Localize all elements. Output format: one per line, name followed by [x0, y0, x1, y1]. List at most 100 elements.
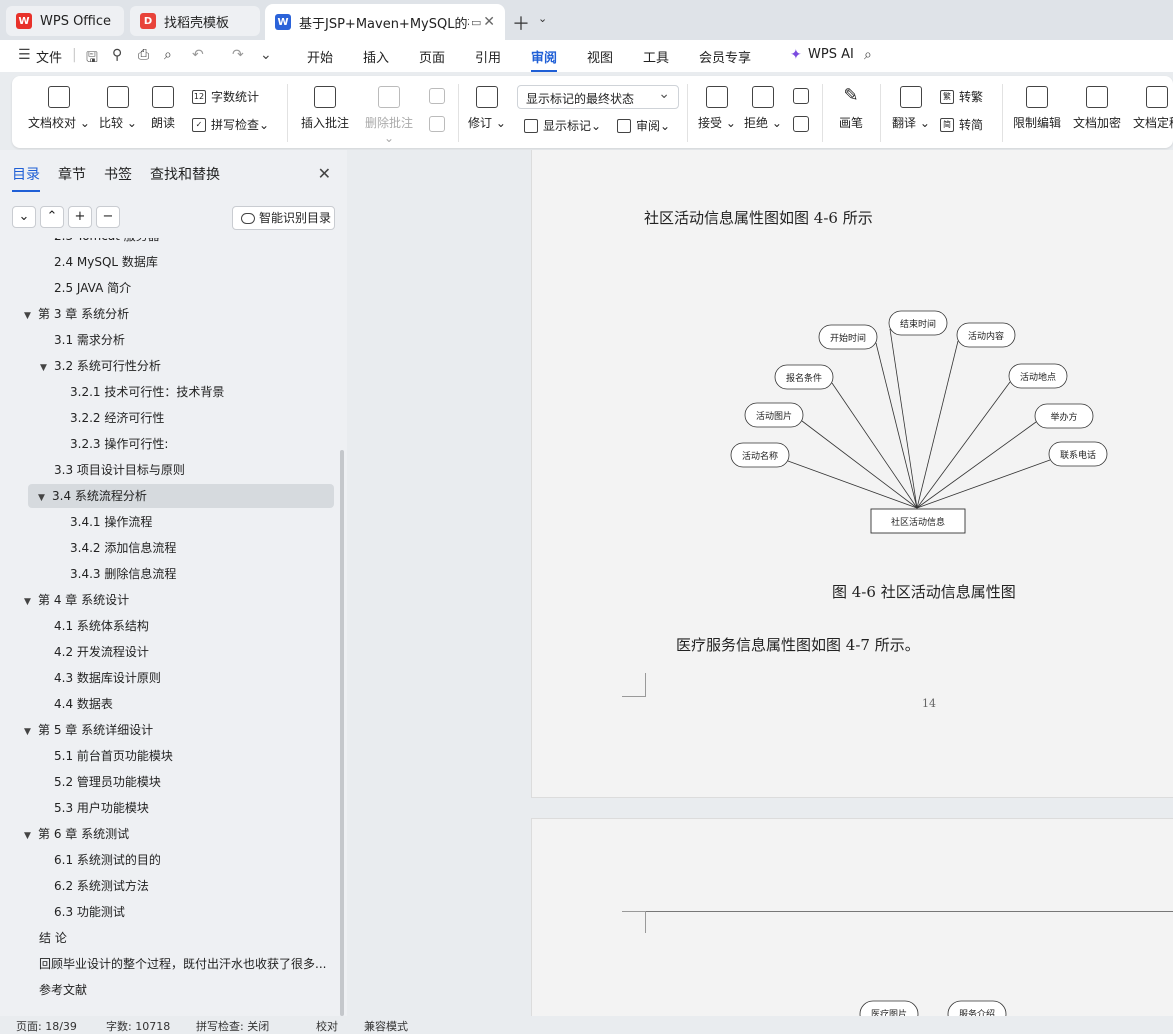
toc-item[interactable]: 5.1 前台首页功能模块	[54, 744, 330, 768]
doc-check-button[interactable]: 文档校对 ⌄	[28, 86, 90, 131]
toc-item[interactable]: ▼ 3.4 系统流程分析	[28, 484, 334, 508]
revise-button[interactable]: 修订 ⌄	[468, 86, 506, 131]
toc-item[interactable]: 5.2 管理员功能模块	[54, 770, 330, 794]
markup-state-select[interactable]: 显示标记的最终状态	[517, 85, 679, 109]
toc-item[interactable]: 3.3 项目设计目标与原则	[54, 458, 330, 482]
tab-docer[interactable]: D 找稻壳模板	[130, 6, 260, 36]
show-markup-button[interactable]: 显示标记 ⌄	[524, 117, 601, 134]
toc-item[interactable]: 3.4.2 添加信息流程	[70, 536, 330, 560]
toc-item[interactable]: 6.1 系统测试的目的	[54, 848, 330, 872]
toc-scrollbar[interactable]	[340, 450, 344, 1016]
smart-toc-button[interactable]: 智能识别目录	[232, 206, 335, 230]
quick-access-dropdown-icon[interactable]: ⌄	[260, 47, 272, 63]
search-icon[interactable]: ⌕	[864, 47, 872, 63]
expand-arrow-icon[interactable]: ▼	[24, 590, 38, 612]
toc-item[interactable]: 4.3 数据库设计原则	[54, 666, 330, 690]
toc-item[interactable]: ▼ 第 6 章 系统测试	[24, 822, 324, 846]
delete-comment-button[interactable]: 删除批注 ⌄	[360, 86, 418, 145]
add-heading-button[interactable]: +	[68, 206, 92, 228]
collapse-all-button[interactable]: ⌃	[40, 206, 64, 228]
expand-arrow-icon[interactable]: ▼	[24, 304, 38, 326]
toc-item[interactable]: 4.1 系统体系结构	[54, 614, 330, 638]
tab-toc[interactable]: 目录	[12, 164, 40, 192]
pen-button[interactable]: ✎ 画笔	[834, 86, 868, 131]
to-simplified-button[interactable]: 简转简	[940, 116, 983, 133]
tab-wps-office[interactable]: W WPS Office	[6, 6, 124, 36]
toc-item[interactable]: 4.4 数据表	[54, 692, 330, 716]
doc-final-button[interactable]: 文档定稿	[1132, 86, 1173, 131]
read-aloud-button[interactable]: 朗读	[148, 86, 178, 131]
expand-arrow-icon[interactable]: ▼	[40, 356, 54, 378]
prev-change-button[interactable]	[790, 88, 812, 110]
reject-button[interactable]: 拒绝 ⌄	[744, 86, 782, 131]
tab-find-replace[interactable]: 查找和替换	[150, 164, 220, 184]
next-comment-button[interactable]	[426, 116, 448, 138]
restrict-edit-button[interactable]: 限制编辑	[1012, 86, 1062, 131]
toc-item[interactable]: ▼ 第 4 章 系统设计	[24, 588, 324, 612]
spell-check-button[interactable]: ✓ 拼写检查 ⌄	[192, 116, 269, 133]
menu-file[interactable]: 文件	[36, 47, 62, 66]
accept-button[interactable]: 接受 ⌄	[698, 86, 736, 131]
toc-item[interactable]: 3.1 需求分析	[54, 328, 330, 352]
menu-tools[interactable]: 工具	[643, 47, 669, 66]
menu-wps-ai[interactable]: WPS AI	[808, 47, 854, 62]
toc-item[interactable]: 3.4.3 删除信息流程	[70, 562, 330, 586]
remove-heading-button[interactable]: −	[96, 206, 120, 228]
toc-item[interactable]: ▼ 第 3 章 系统分析	[24, 302, 324, 326]
toc-item[interactable]: 3.2.2 经济可行性	[70, 406, 330, 430]
tab-document[interactable]: W 基于JSP+Maven+MySQL的社 ▭ ✕	[265, 4, 505, 40]
toc-item[interactable]: 结 论	[39, 926, 330, 950]
undo-icon[interactable]: ↶	[192, 47, 204, 63]
toc-item[interactable]: 2.4 MySQL 数据库	[54, 250, 330, 274]
word-count-button[interactable]: 12 字数统计	[192, 88, 259, 105]
close-icon[interactable]: ✕	[318, 164, 331, 183]
next-change-button[interactable]	[790, 116, 812, 138]
share-icon[interactable]: ⚲	[112, 47, 122, 63]
menu-start[interactable]: 开始	[307, 47, 333, 66]
hamburger-menu-icon[interactable]: ☰	[18, 47, 31, 63]
compare-button[interactable]: 比较 ⌄	[96, 86, 140, 131]
toc-item[interactable]: 2.3 Tomcat 服务器	[54, 238, 330, 248]
menu-review[interactable]: 审阅	[531, 47, 558, 72]
review-pane-button[interactable]: 审阅 ⌄	[617, 117, 670, 134]
menu-insert[interactable]: 插入	[363, 47, 389, 66]
menu-view[interactable]: 视图	[587, 47, 613, 66]
toc-item-label: 4.2 开发流程设计	[54, 645, 149, 659]
save-icon[interactable]: 🖫	[86, 47, 98, 71]
toc-item[interactable]: 6.2 系统测试方法	[54, 874, 330, 898]
close-tab-icon[interactable]: ✕	[483, 14, 495, 30]
encrypt-button[interactable]: 文档加密	[1072, 86, 1122, 131]
prev-comment-button[interactable]	[426, 88, 448, 110]
toc-item[interactable]: 3.4.1 操作流程	[70, 510, 330, 534]
toc-item[interactable]: 2.5 JAVA 简介	[54, 276, 330, 300]
insert-comment-button[interactable]: 插入批注	[298, 86, 352, 131]
tab-bookmark[interactable]: 书签	[104, 164, 132, 184]
expand-arrow-icon[interactable]: ▼	[24, 824, 38, 846]
toc-item[interactable]: ▼ 第 5 章 系统详细设计	[24, 718, 324, 742]
redo-icon[interactable]: ↷	[232, 47, 244, 63]
print-icon[interactable]: ⎙	[138, 47, 149, 63]
toc-item[interactable]: 参考文献	[39, 978, 330, 1002]
menu-reference[interactable]: 引用	[475, 47, 501, 66]
toc-item[interactable]: 6.3 功能测试	[54, 900, 330, 924]
chevron-down-icon[interactable]: ⌄	[538, 12, 547, 25]
to-traditional-button[interactable]: 繁转繁	[940, 88, 983, 105]
new-tab-icon[interactable]: ＋	[512, 10, 530, 36]
toc-item-label: 3.4.1 操作流程	[70, 515, 153, 529]
spell-check-label: 拼写检查	[211, 118, 260, 132]
menu-page[interactable]: 页面	[419, 47, 445, 66]
expand-all-button[interactable]: ⌄	[12, 206, 36, 228]
print-preview-icon[interactable]: ⌕	[164, 47, 172, 63]
toc-item[interactable]: 5.3 用户功能模块	[54, 796, 330, 820]
toc-item[interactable]: 3.2.3 操作可行性:	[70, 432, 330, 456]
tab-chapter[interactable]: 章节	[58, 164, 86, 184]
toc-item-label: 3.3 项目设计目标与原则	[54, 463, 185, 477]
menu-member[interactable]: 会员专享	[699, 47, 751, 66]
toc-item[interactable]: ▼ 3.2 系统可行性分析	[40, 354, 340, 378]
expand-arrow-icon[interactable]: ▼	[24, 720, 38, 742]
toc-item[interactable]: 4.2 开发流程设计	[54, 640, 330, 664]
toc-item[interactable]: 3.2.1 技术可行性：技术背景	[70, 380, 330, 404]
toc-item[interactable]: 回顾毕业设计的整个过程，既付出汗水也收获了很多...	[39, 952, 330, 976]
translate-button[interactable]: 翻译 ⌄	[892, 86, 930, 131]
expand-arrow-icon[interactable]: ▼	[38, 486, 52, 508]
